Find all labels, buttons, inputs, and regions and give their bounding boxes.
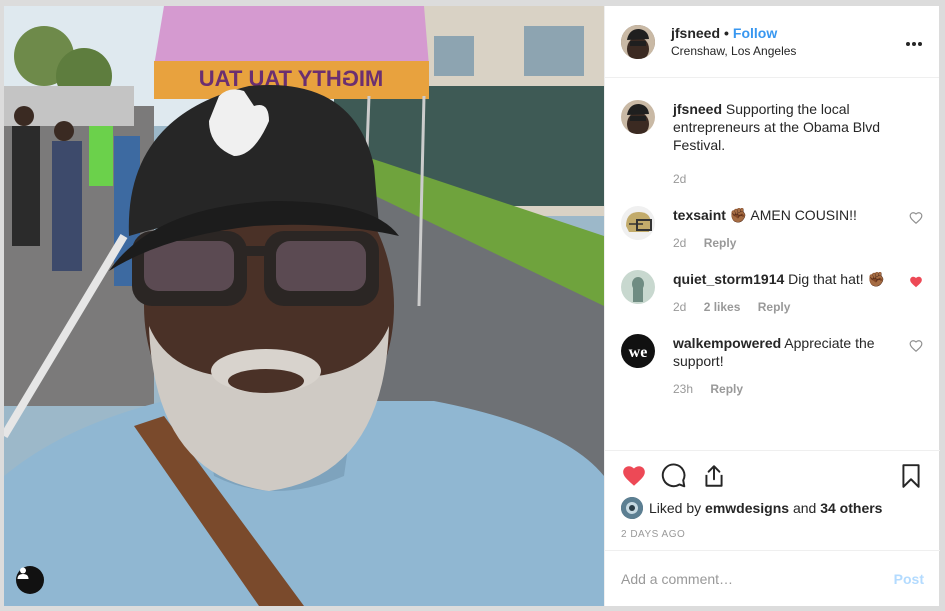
post-button[interactable]: Post xyxy=(894,571,924,587)
heart-outline-icon[interactable] xyxy=(909,339,923,353)
comment-time[interactable]: 2d xyxy=(673,300,686,314)
comment-time[interactable]: 23h xyxy=(673,382,693,396)
comment-text: Dig that hat! ✊🏾 xyxy=(788,271,885,287)
post-date[interactable]: 2 DAYS AGO xyxy=(621,529,924,540)
liked-by-user[interactable]: emwdesigns xyxy=(705,500,789,516)
bookmark-icon[interactable] xyxy=(898,463,924,489)
likes-prefix: Liked by xyxy=(649,500,702,516)
avatar[interactable] xyxy=(621,24,655,59)
post-header: jfsneed • Follow Crenshaw, Los Angeles xyxy=(605,6,939,78)
follow-button[interactable]: Follow xyxy=(733,25,777,41)
comment-likes[interactable]: 2 likes xyxy=(704,300,741,314)
author-username[interactable]: jfsneed xyxy=(671,25,720,41)
post-photo[interactable]: MIGHTY TAU TAU xyxy=(4,6,604,606)
comment-username[interactable]: walkempowered xyxy=(673,335,781,351)
comment-time[interactable]: 2d xyxy=(673,236,686,250)
comment-username[interactable]: quiet_storm1914 xyxy=(673,271,784,287)
avatar[interactable] xyxy=(621,100,655,134)
post-actions: Liked by emwdesigns and 34 others 2 DAYS… xyxy=(605,450,940,540)
share-icon[interactable] xyxy=(701,463,727,489)
reply-button[interactable]: Reply xyxy=(758,300,791,314)
comment-text: ✊🏾 AMEN COUSIN!! xyxy=(729,207,857,223)
post-side-panel: jfsneed • Follow Crenshaw, Los Angeles j… xyxy=(604,6,940,606)
location-link[interactable]: Crenshaw, Los Angeles xyxy=(671,44,905,58)
user-tag-icon[interactable] xyxy=(16,566,44,594)
likes-conjunction: and xyxy=(792,500,817,516)
comment-item: we walkempowered Appreciate the support!… xyxy=(621,334,923,396)
likes-others[interactable]: 34 others xyxy=(820,500,882,516)
caption: jfsneed Supporting the local entrepreneu… xyxy=(621,100,923,186)
avatar[interactable] xyxy=(621,497,643,519)
avatar[interactable] xyxy=(621,206,655,240)
add-comment-bar: Post xyxy=(605,550,940,606)
likes-summary[interactable]: Liked by emwdesigns and 34 others xyxy=(621,497,924,519)
heart-icon[interactable] xyxy=(621,463,647,489)
comment-item: texsaint ✊🏾 AMEN COUSIN!! 2d Reply xyxy=(621,206,923,250)
comment-icon[interactable] xyxy=(661,463,687,489)
comments-list[interactable]: jfsneed Supporting the local entrepreneu… xyxy=(605,78,939,450)
comment-item: quiet_storm1914 Dig that hat! ✊🏾 2d 2 li… xyxy=(621,270,923,314)
comment-time[interactable]: 2d xyxy=(673,172,686,186)
avatar[interactable] xyxy=(621,270,655,304)
svg-text:we: we xyxy=(629,344,648,361)
avatar[interactable]: we xyxy=(621,334,655,368)
comment-username[interactable]: texsaint xyxy=(673,207,726,223)
more-horizontal-icon[interactable] xyxy=(905,31,923,52)
comment-username[interactable]: jfsneed xyxy=(673,101,722,117)
heart-outline-icon[interactable] xyxy=(909,211,923,225)
comment-input[interactable] xyxy=(621,570,894,587)
reply-button[interactable]: Reply xyxy=(704,236,737,250)
reply-button[interactable]: Reply xyxy=(710,382,743,396)
separator-dot: • xyxy=(724,25,729,41)
heart-filled-icon[interactable] xyxy=(909,275,923,289)
selfie-image: MIGHTY TAU TAU xyxy=(4,6,604,606)
